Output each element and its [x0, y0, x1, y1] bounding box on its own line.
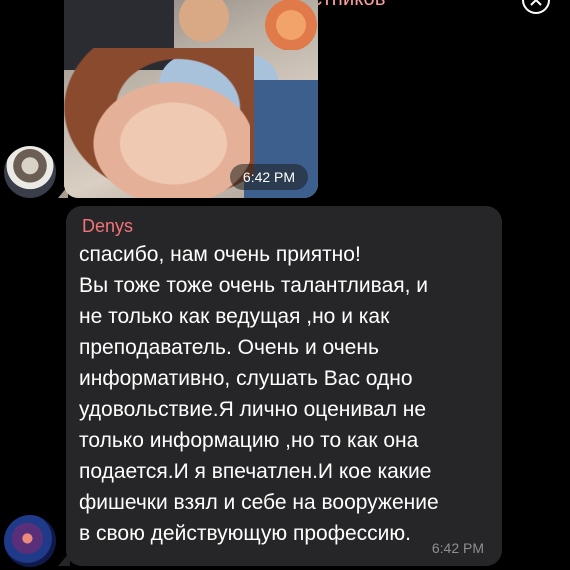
message-line: только информацию ,но то как она [79, 429, 419, 452]
message-line: подается.И я впечатлен.И кое какие [79, 460, 432, 483]
denys-avatar[interactable] [4, 515, 56, 567]
sender-name[interactable]: Denys [82, 216, 133, 237]
message-line: удовольствие.Я лично оценивал не [79, 398, 427, 421]
message-line: не только как ведущая ,но и как [79, 305, 390, 328]
close-icon[interactable] [522, 0, 550, 14]
message-line: спасибо, нам очень приятно! [79, 243, 361, 266]
message-line: информативно, слушать Вас одно [79, 367, 413, 390]
photo-timestamp: 6:42 PM [230, 164, 308, 190]
chat-screen: Добавить участников 6:42 PM Denys спасиб… [0, 0, 570, 570]
sender-avatar[interactable] [4, 146, 56, 198]
message-text: спасибо, нам очень приятно! Вы тоже тоже… [79, 239, 499, 549]
message-line: Вы тоже тоже очень талантливая, и [79, 274, 429, 297]
message-line: преподаватель. Очень и очень [79, 336, 379, 359]
text-message-bubble[interactable]: Denys спасибо, нам очень приятно! Вы тож… [66, 206, 502, 566]
message-line: фишечки взял и себе на вооружение [79, 491, 439, 514]
message-timestamp: 6:42 PM [431, 540, 484, 556]
